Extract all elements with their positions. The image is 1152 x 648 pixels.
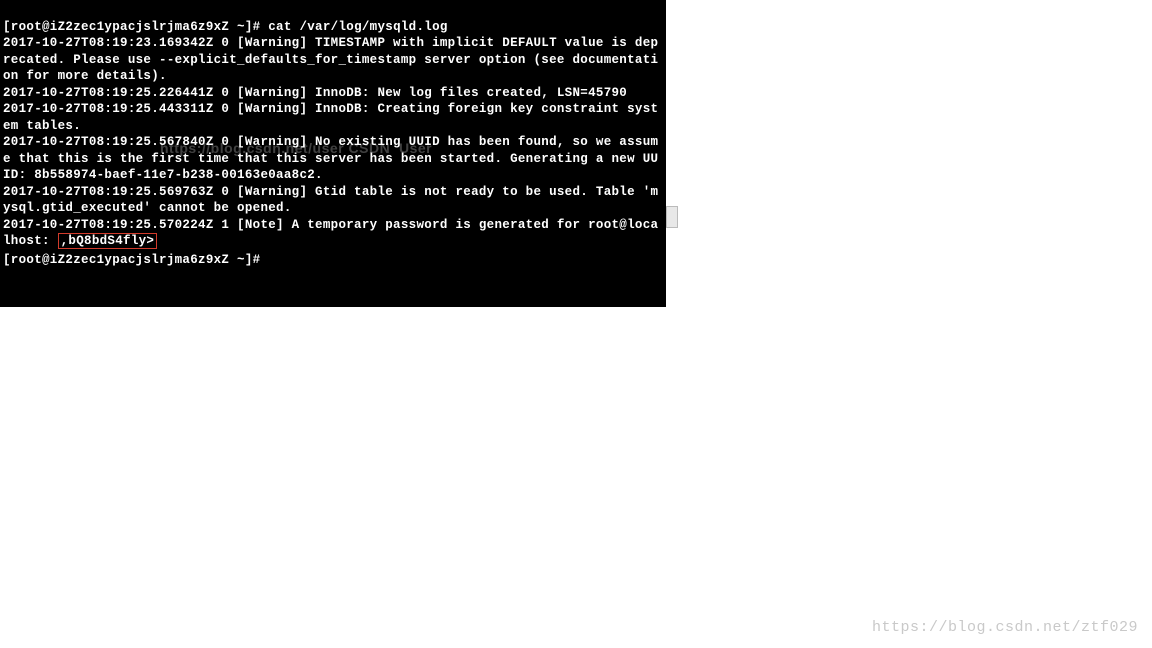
password-highlight-box: ,bQ8bdS4fly> [58,233,158,249]
log-line-timestamp-warning: 2017-10-27T08:19:23.169342Z 0 [Warning] … [3,36,658,83]
command-text: cat /var/log/mysqld.log [268,20,447,34]
terminal-window[interactable]: [root@iZ2zec1ypacjslrjma6z9xZ ~]# cat /v… [0,0,666,307]
watermark-url: https://blog.csdn.net/ztf029 [872,619,1138,636]
log-line-innodb-fk: 2017-10-27T08:19:25.443311Z 0 [Warning] … [3,102,658,133]
scrollbar-thumb[interactable] [666,206,678,228]
log-line-gtid: 2017-10-27T08:19:25.569763Z 0 [Warning] … [3,185,658,216]
log-line-uuid: 2017-10-27T08:19:25.567840Z 0 [Warning] … [3,135,658,182]
log-line-innodb-newlog: 2017-10-27T08:19:25.226441Z 0 [Warning] … [3,86,627,100]
shell-prompt: [root@iZ2zec1ypacjslrjma6z9xZ ~]# [3,20,268,34]
cursor-icon [268,250,275,263]
shell-prompt-2: [root@iZ2zec1ypacjslrjma6z9xZ ~]# [3,253,268,267]
